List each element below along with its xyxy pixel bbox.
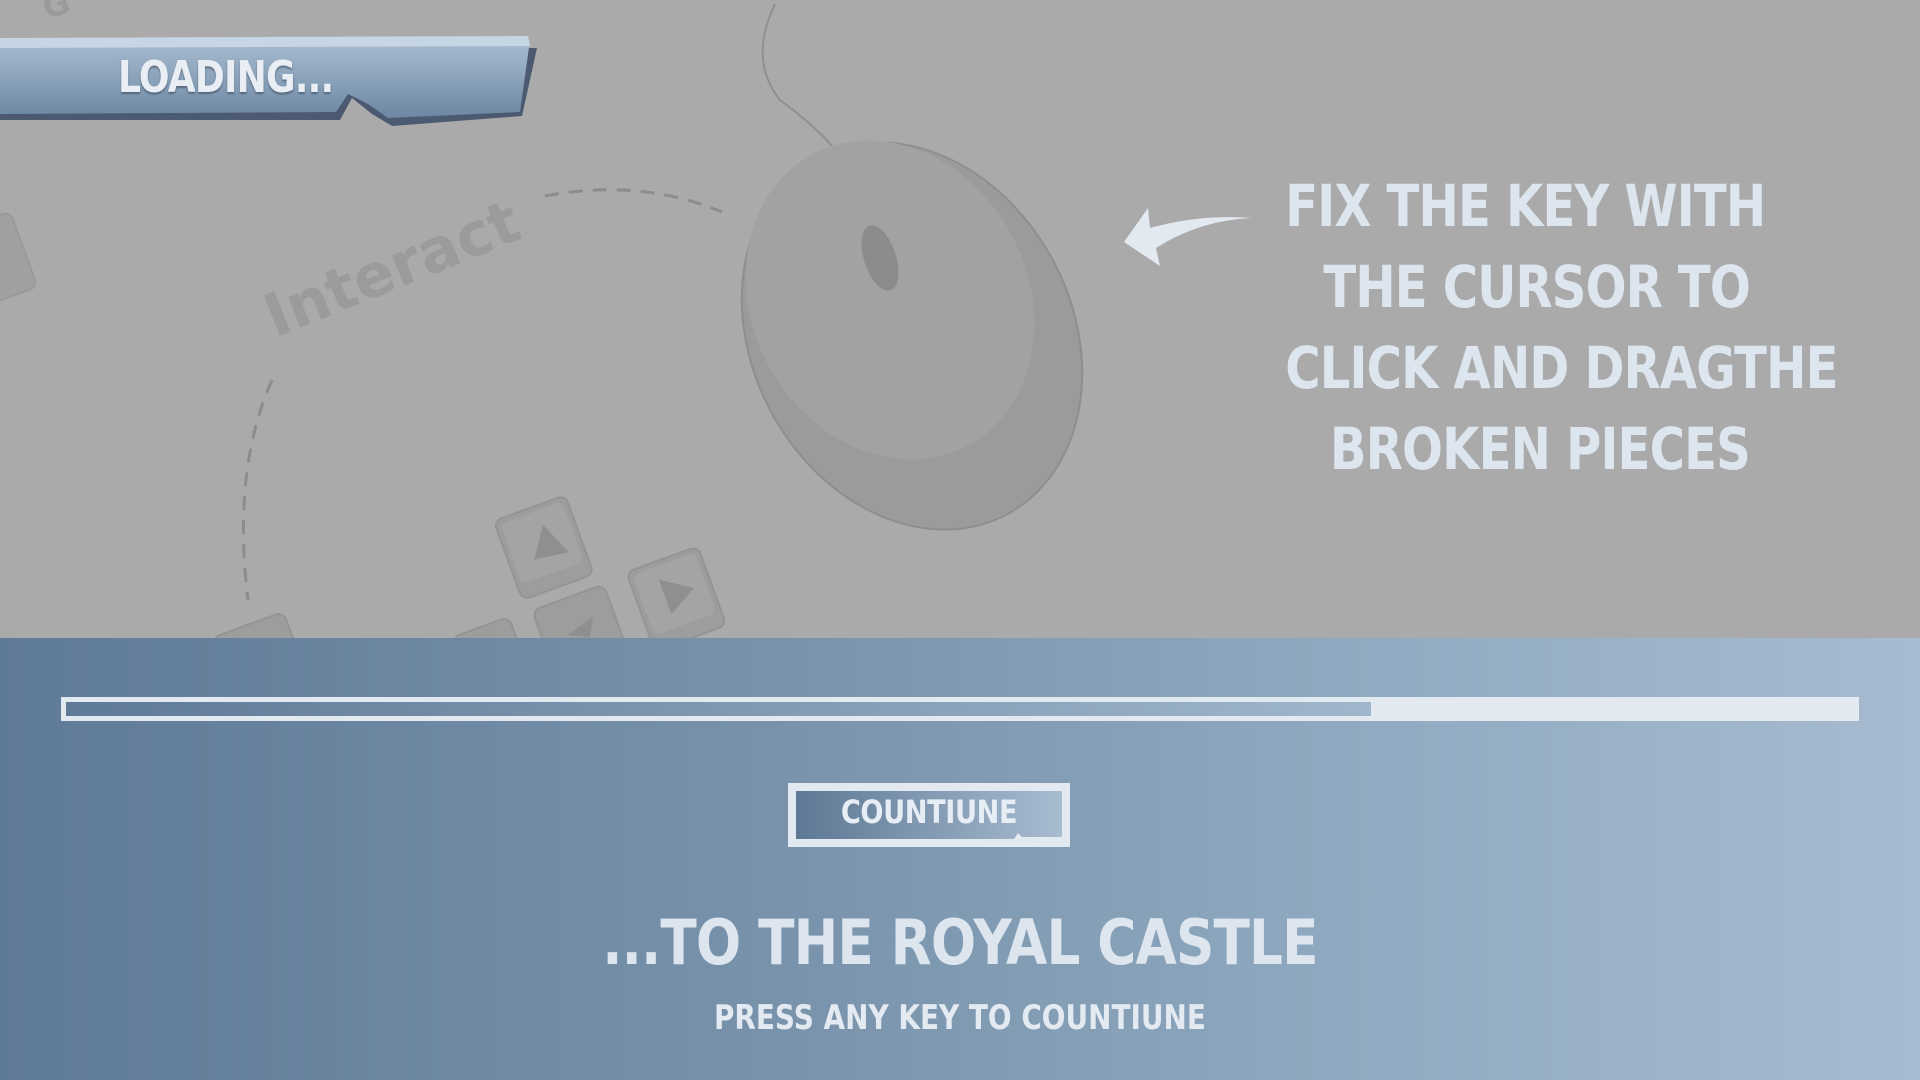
keyboard-key-icon xyxy=(213,613,311,638)
continue-button-label: COUNTIUNE xyxy=(840,793,1018,831)
dashed-guide-arc xyxy=(241,379,274,601)
progress-fill xyxy=(66,702,1371,716)
instruction-line: FIX THE KEY WITH xyxy=(1285,172,1766,240)
instruction-text: FIX THE KEY WITH THE CURSOR TO CLICK AND… xyxy=(1190,166,1838,490)
instruction-line: THE CURSOR TO xyxy=(1323,253,1750,321)
keyboard-key-icon xyxy=(453,618,529,638)
continue-button[interactable]: COUNTIUNE xyxy=(786,781,1072,849)
loading-label: LOADING... xyxy=(118,52,334,103)
instruction-line: CLICK AND DRAGTHE xyxy=(1285,334,1838,402)
keyboard-key-icon xyxy=(0,212,37,309)
keyboard-key-icon xyxy=(533,585,632,638)
interact-label: Interact xyxy=(254,186,529,352)
destination-title-text: ...TO THE ROYAL CASTLE xyxy=(602,906,1318,979)
instruction-line: BROKEN PIECES xyxy=(1329,415,1751,483)
faint-key-label: G xyxy=(37,0,76,27)
mouse-icon xyxy=(740,140,1084,531)
press-any-key-text: PRESS ANY KEY TO COUNTIUNE xyxy=(714,998,1206,1038)
keyboard-key-icon xyxy=(494,496,593,599)
press-any-key-prompt: PRESS ANY KEY TO COUNTIUNE xyxy=(0,998,1920,1038)
tutorial-area: Interact G LOADING... FIX THE KEY WITH T… xyxy=(0,0,1920,638)
loading-banner: LOADING... xyxy=(0,36,545,128)
loading-panel: COUNTIUNE ...TO THE ROYAL CASTLE PRESS A… xyxy=(0,638,1920,1080)
keyboard-key-icon xyxy=(627,547,726,638)
progress-bar xyxy=(61,697,1859,721)
destination-title: ...TO THE ROYAL CASTLE xyxy=(0,906,1920,979)
dashed-guide-arc xyxy=(544,188,723,214)
